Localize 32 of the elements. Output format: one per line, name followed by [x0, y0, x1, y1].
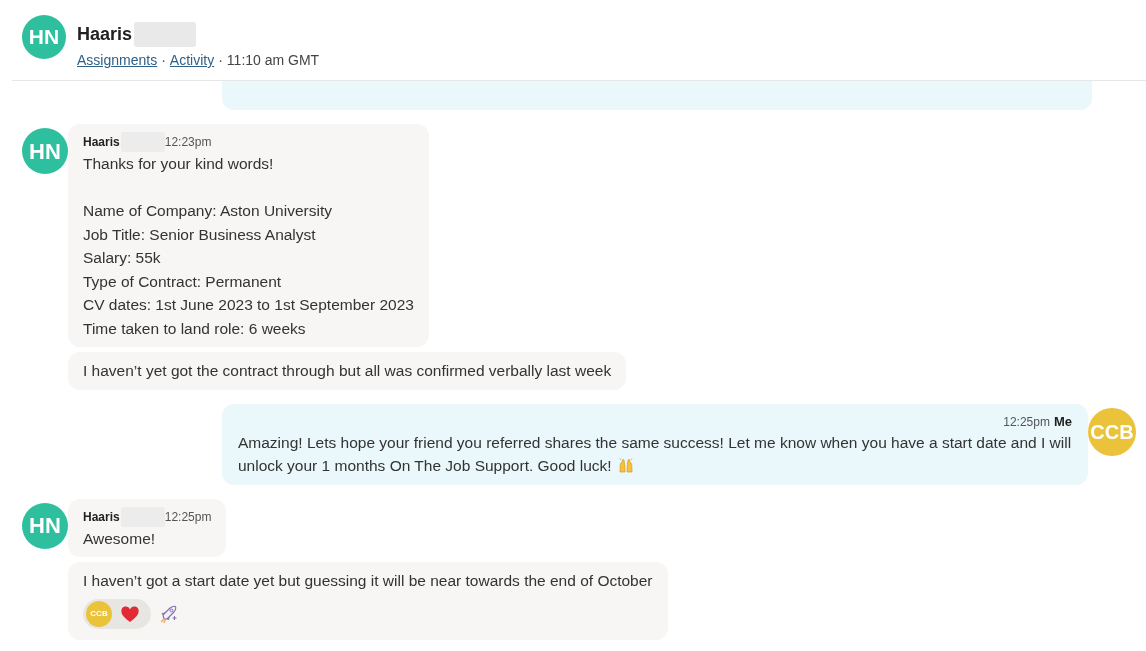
link[interactable]: Assignments	[77, 50, 158, 70]
avatar: CCB	[86, 600, 112, 627]
message-text: Job Title: Senior Business Analyst	[83, 225, 316, 243]
message-time: 12:25pm	[164, 508, 212, 526]
local-time: 11:10 am GMT	[226, 51, 320, 70]
sender-name: Me	[1053, 412, 1072, 431]
message-text: Salary: 55k	[83, 249, 161, 266]
message-text: Thanks for your kind words!	[83, 155, 274, 172]
avatar: HN	[22, 15, 66, 59]
message-text: Time taken to land role: 6 weeks	[83, 319, 306, 337]
message-text: Awesome!	[83, 529, 156, 547]
message-text: Type of Contract: Permanent	[83, 272, 282, 290]
message-time: 12:23pm	[164, 134, 212, 151]
message-text: I haven’t yet got the contract through but all was confirmed verbally last week	[83, 362, 612, 379]
message-text: unlock your 1 months On The Job Support. Good luck!	[238, 457, 612, 474]
sender-name: Haaris	[83, 134, 120, 151]
avatar: HN	[22, 128, 68, 174]
separator: ·	[218, 51, 223, 70]
message-text: Amazing! Lets hope your friend you referred shares the same success! Let me know when you have a start date and I will	[238, 433, 1072, 451]
link[interactable]: Activity	[169, 50, 215, 70]
contact-name: Haaris	[77, 23, 133, 46]
message-text: I haven’t got a start date yet but guessing it will be near towards the end of October	[83, 572, 653, 589]
message-text: CV dates: 1st June 2023 to 1st September 2023	[83, 296, 414, 313]
sender-name: Haaris	[83, 508, 120, 526]
heart-icon	[121, 605, 139, 622]
avatar: CCB	[1088, 407, 1136, 456]
message-text: Name of Company: Aston University	[83, 202, 332, 219]
message-time: 12:25pm	[1003, 413, 1050, 431]
separator: ·	[161, 51, 166, 70]
avatar: HN	[22, 502, 68, 549]
rocket-icon	[159, 603, 179, 624]
add-reaction-button[interactable]	[159, 603, 179, 624]
